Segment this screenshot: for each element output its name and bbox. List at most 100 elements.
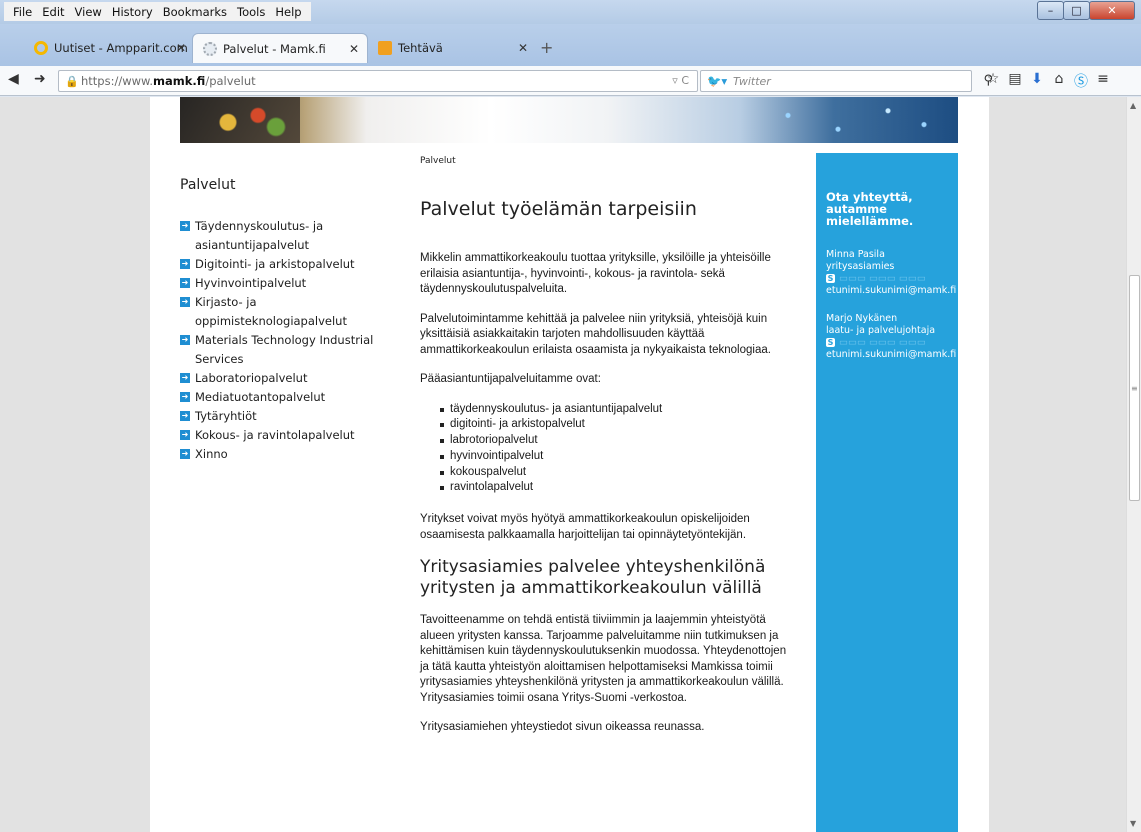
forward-icon[interactable]: ➜ bbox=[34, 71, 46, 87]
arrow-icon: ➜ bbox=[180, 449, 190, 459]
menu-help[interactable]: Help bbox=[270, 2, 306, 21]
intro-paragraph: Mikkelin ammattikorkeakoulu tuottaa yrit… bbox=[420, 252, 771, 295]
paragraph: Pääasiantuntijapalveluitamme ovat: bbox=[420, 373, 601, 385]
contact-email[interactable]: etunimi.sukunimi@mamk.fi bbox=[826, 285, 956, 297]
leftnav-heading: Palvelut bbox=[180, 177, 236, 193]
menu-bar: File Edit View History Bookmarks Tools H… bbox=[0, 0, 1141, 24]
home-icon[interactable]: ⌂ bbox=[1048, 71, 1070, 91]
close-window-button[interactable]: ✕ bbox=[1089, 1, 1135, 20]
skype-phone-link[interactable]: S ▭▭▭ ▭▭▭ ▭▭▭ bbox=[826, 337, 950, 349]
contact-heading: Ota yhteyttä, autamme mielellämme. bbox=[826, 190, 914, 228]
leftnav-list: ➜ Täydennyskoulutus- ja asiantuntijapalve… bbox=[180, 217, 390, 464]
list-item: kokouspalvelut bbox=[440, 465, 790, 481]
arrow-icon: ➜ bbox=[180, 392, 190, 402]
url-text: https://www.mamk.fi/palvelut bbox=[81, 74, 256, 88]
tab-title: Palvelut - Mamk.fi bbox=[223, 42, 326, 56]
menu-edit[interactable]: Edit bbox=[37, 2, 69, 21]
close-tab-icon[interactable]: ✕ bbox=[349, 34, 359, 64]
search-placeholder: Twitter bbox=[733, 75, 771, 88]
left-navigation: Palvelut ➜ Täydennyskoulutus- ja asiantun… bbox=[180, 177, 390, 464]
contact-role: yritysasiamies bbox=[826, 261, 895, 272]
list-item: labrotoriopalvelut bbox=[440, 433, 790, 449]
menu-bookmarks[interactable]: Bookmarks bbox=[158, 2, 232, 21]
contact-card: Minna Pasila yritysasiamies S ▭▭▭ ▭▭▭ ▭▭▭… bbox=[826, 249, 956, 297]
list-item: hyvinvointipalvelut bbox=[440, 449, 790, 465]
tab-title: Tehtävä bbox=[398, 41, 443, 55]
arrow-icon: ➜ bbox=[180, 221, 190, 231]
page-viewport: Palvelut ➜ Täydennyskoulutus- ja asiantun… bbox=[0, 97, 1126, 832]
scroll-down-icon[interactable]: ▼ bbox=[1130, 819, 1136, 828]
section-title: Yritysasiamies palvelee yhteyshenkilönä … bbox=[420, 557, 766, 599]
leftnav-item[interactable]: ➜ Hyvinvointipalvelut bbox=[180, 274, 390, 293]
vertical-scrollbar[interactable]: ▲ ≡ ▼ bbox=[1126, 97, 1141, 832]
contact-name: Minna Pasila bbox=[826, 249, 885, 260]
leftnav-item[interactable]: ➜ Digitointi- ja arkistopalvelut bbox=[180, 255, 390, 274]
lock-icon: 🔒 bbox=[65, 75, 79, 88]
arrow-icon: ➜ bbox=[180, 430, 190, 440]
page-content: Palvelut ➜ Täydennyskoulutus- ja asiantun… bbox=[150, 97, 989, 832]
new-tab-icon[interactable]: + bbox=[540, 33, 553, 63]
arrow-icon: ➜ bbox=[180, 259, 190, 269]
menu-file[interactable]: File bbox=[8, 2, 37, 21]
contact-role: laatu- ja palvelujohtaja bbox=[826, 325, 936, 336]
leftnav-item[interactable]: ➜ Kirjasto- ja oppimisteknologiapalvelut bbox=[180, 293, 390, 331]
reading-list-icon[interactable]: ▤ bbox=[1004, 71, 1026, 91]
paragraph: Palvelutoimintamme kehittää ja palvelee … bbox=[420, 312, 771, 356]
paragraph: Yritykset voivat myös hyötyä ammattikork… bbox=[420, 513, 750, 541]
search-bar[interactable]: 🐦▾ Twitter ⚲ bbox=[700, 70, 993, 92]
leftnav-item[interactable]: ➜ Kokous- ja ravintolapalvelut bbox=[180, 426, 390, 445]
minimize-button[interactable]: – bbox=[1037, 1, 1064, 20]
leftnav-item[interactable]: ➜ Xinno bbox=[180, 445, 390, 464]
maximize-button[interactable]: □ bbox=[1063, 1, 1090, 20]
reload-icon[interactable]: ▿ C bbox=[672, 74, 689, 87]
banner-lights-image bbox=[748, 97, 948, 143]
paragraph: Yritysasiamiehen yhteystiedot sivun oike… bbox=[420, 721, 705, 734]
moodle-favicon-icon bbox=[378, 41, 392, 55]
list-item: täydennyskoulutus- ja asiantuntijapalvel… bbox=[440, 402, 790, 418]
skype-icon[interactable]: Ⓢ bbox=[1070, 71, 1092, 91]
download-icon[interactable]: ⬇ bbox=[1026, 71, 1048, 91]
arrow-icon: ➜ bbox=[180, 335, 190, 345]
bookmark-star-icon[interactable]: ☆ bbox=[982, 71, 1004, 91]
skype-phone-link[interactable]: S ▭▭▭ ▭▭▭ ▭▭▭ bbox=[826, 273, 950, 285]
arrow-icon: ➜ bbox=[180, 278, 190, 288]
address-bar[interactable]: 🔒 https://www.mamk.fi/palvelut ▿ C bbox=[58, 70, 698, 92]
leftnav-item[interactable]: ➜ Täydennyskoulutus- ja asiantuntijapalve… bbox=[180, 217, 390, 255]
menu-history[interactable]: History bbox=[107, 2, 158, 21]
contact-name: Marjo Nykänen bbox=[826, 313, 898, 324]
ampparit-favicon-icon bbox=[34, 41, 48, 55]
close-tab-icon[interactable]: ✕ bbox=[518, 33, 528, 63]
twitter-icon[interactable]: 🐦▾ bbox=[707, 74, 727, 88]
tab-bar: Uutiset - Ampparit.com - S... ✕ Palvelut… bbox=[0, 24, 1141, 66]
arrow-icon: ➜ bbox=[180, 297, 190, 307]
scroll-up-icon[interactable]: ▲ bbox=[1130, 101, 1136, 110]
tab-ampparit[interactable]: Uutiset - Ampparit.com - S... ✕ bbox=[26, 33, 218, 63]
contact-card: Marjo Nykänen laatu- ja palvelujohtaja S… bbox=[826, 313, 956, 361]
leftnav-item[interactable]: ➜ Mediatuotantopalvelut bbox=[180, 388, 390, 407]
banner-food-image bbox=[180, 97, 300, 143]
list-item: digitointi- ja arkistopalvelut bbox=[440, 417, 790, 433]
tab-tehtava[interactable]: Tehtävä ✕ bbox=[370, 33, 536, 63]
breadcrumb[interactable]: Palvelut bbox=[420, 156, 456, 166]
services-list: täydennyskoulutus- ja asiantuntijapalvel… bbox=[440, 402, 790, 497]
close-tab-icon[interactable]: ✕ bbox=[176, 33, 186, 63]
leftnav-item[interactable]: ➜ Tytäryhtiöt bbox=[180, 407, 390, 426]
toolbar-icons: ☆ ▤ ⬇ ⌂ Ⓢ ≡ bbox=[982, 71, 1114, 91]
contact-email[interactable]: etunimi.sukunimi@mamk.fi bbox=[826, 349, 956, 361]
back-icon[interactable]: ◀ bbox=[8, 71, 19, 87]
leftnav-item[interactable]: ➜ Materials Technology Industrial Service… bbox=[180, 331, 390, 369]
navigation-bar: ◀ ➜ 🔒 https://www.mamk.fi/palvelut ▿ C 🐦… bbox=[0, 66, 1141, 96]
contact-sidebar: Ota yhteyttä, autamme mielellämme. Minna… bbox=[816, 153, 958, 832]
menu-list: File Edit View History Bookmarks Tools H… bbox=[4, 2, 311, 21]
list-item: ravintolapalvelut bbox=[440, 480, 790, 496]
menu-view[interactable]: View bbox=[70, 2, 107, 21]
skype-icon: S bbox=[826, 338, 835, 347]
header-banner-image bbox=[180, 97, 958, 143]
leftnav-item[interactable]: ➜ Laboratoriopalvelut bbox=[180, 369, 390, 388]
menu-icon[interactable]: ≡ bbox=[1092, 71, 1114, 91]
scroll-grip-icon: ≡ bbox=[1131, 384, 1138, 393]
main-content: Palvelut työelämän tarpeisiin Mikkelin a… bbox=[420, 197, 790, 750]
tab-palvelut-active[interactable]: Palvelut - Mamk.fi ✕ bbox=[192, 33, 368, 63]
menu-tools[interactable]: Tools bbox=[232, 2, 270, 21]
loading-favicon-icon bbox=[203, 42, 217, 56]
